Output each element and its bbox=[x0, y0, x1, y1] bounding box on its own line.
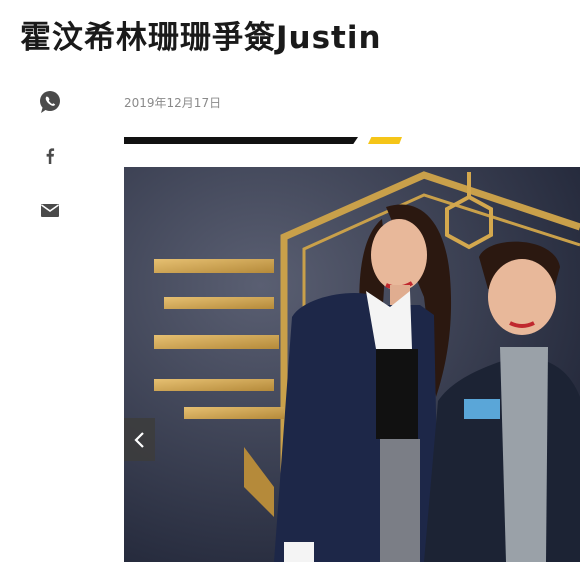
whatsapp-share-button[interactable] bbox=[36, 88, 64, 116]
facebook-share-button[interactable] bbox=[36, 142, 64, 170]
chevron-left-icon bbox=[133, 431, 144, 448]
facebook-icon bbox=[46, 148, 55, 164]
carousel-prev-button[interactable] bbox=[124, 418, 155, 461]
article-photo[interactable] bbox=[124, 167, 580, 562]
title-rule bbox=[124, 137, 358, 144]
title-rule-accent bbox=[368, 137, 402, 144]
email-share-button[interactable] bbox=[36, 196, 64, 224]
publish-date: 2019年12月17日 bbox=[124, 96, 222, 110]
share-bar bbox=[36, 88, 64, 250]
event-photo bbox=[124, 167, 580, 562]
email-icon bbox=[41, 204, 59, 217]
article-title: 霍汶希林珊珊爭簽Justin bbox=[20, 20, 382, 56]
whatsapp-icon bbox=[40, 91, 60, 113]
